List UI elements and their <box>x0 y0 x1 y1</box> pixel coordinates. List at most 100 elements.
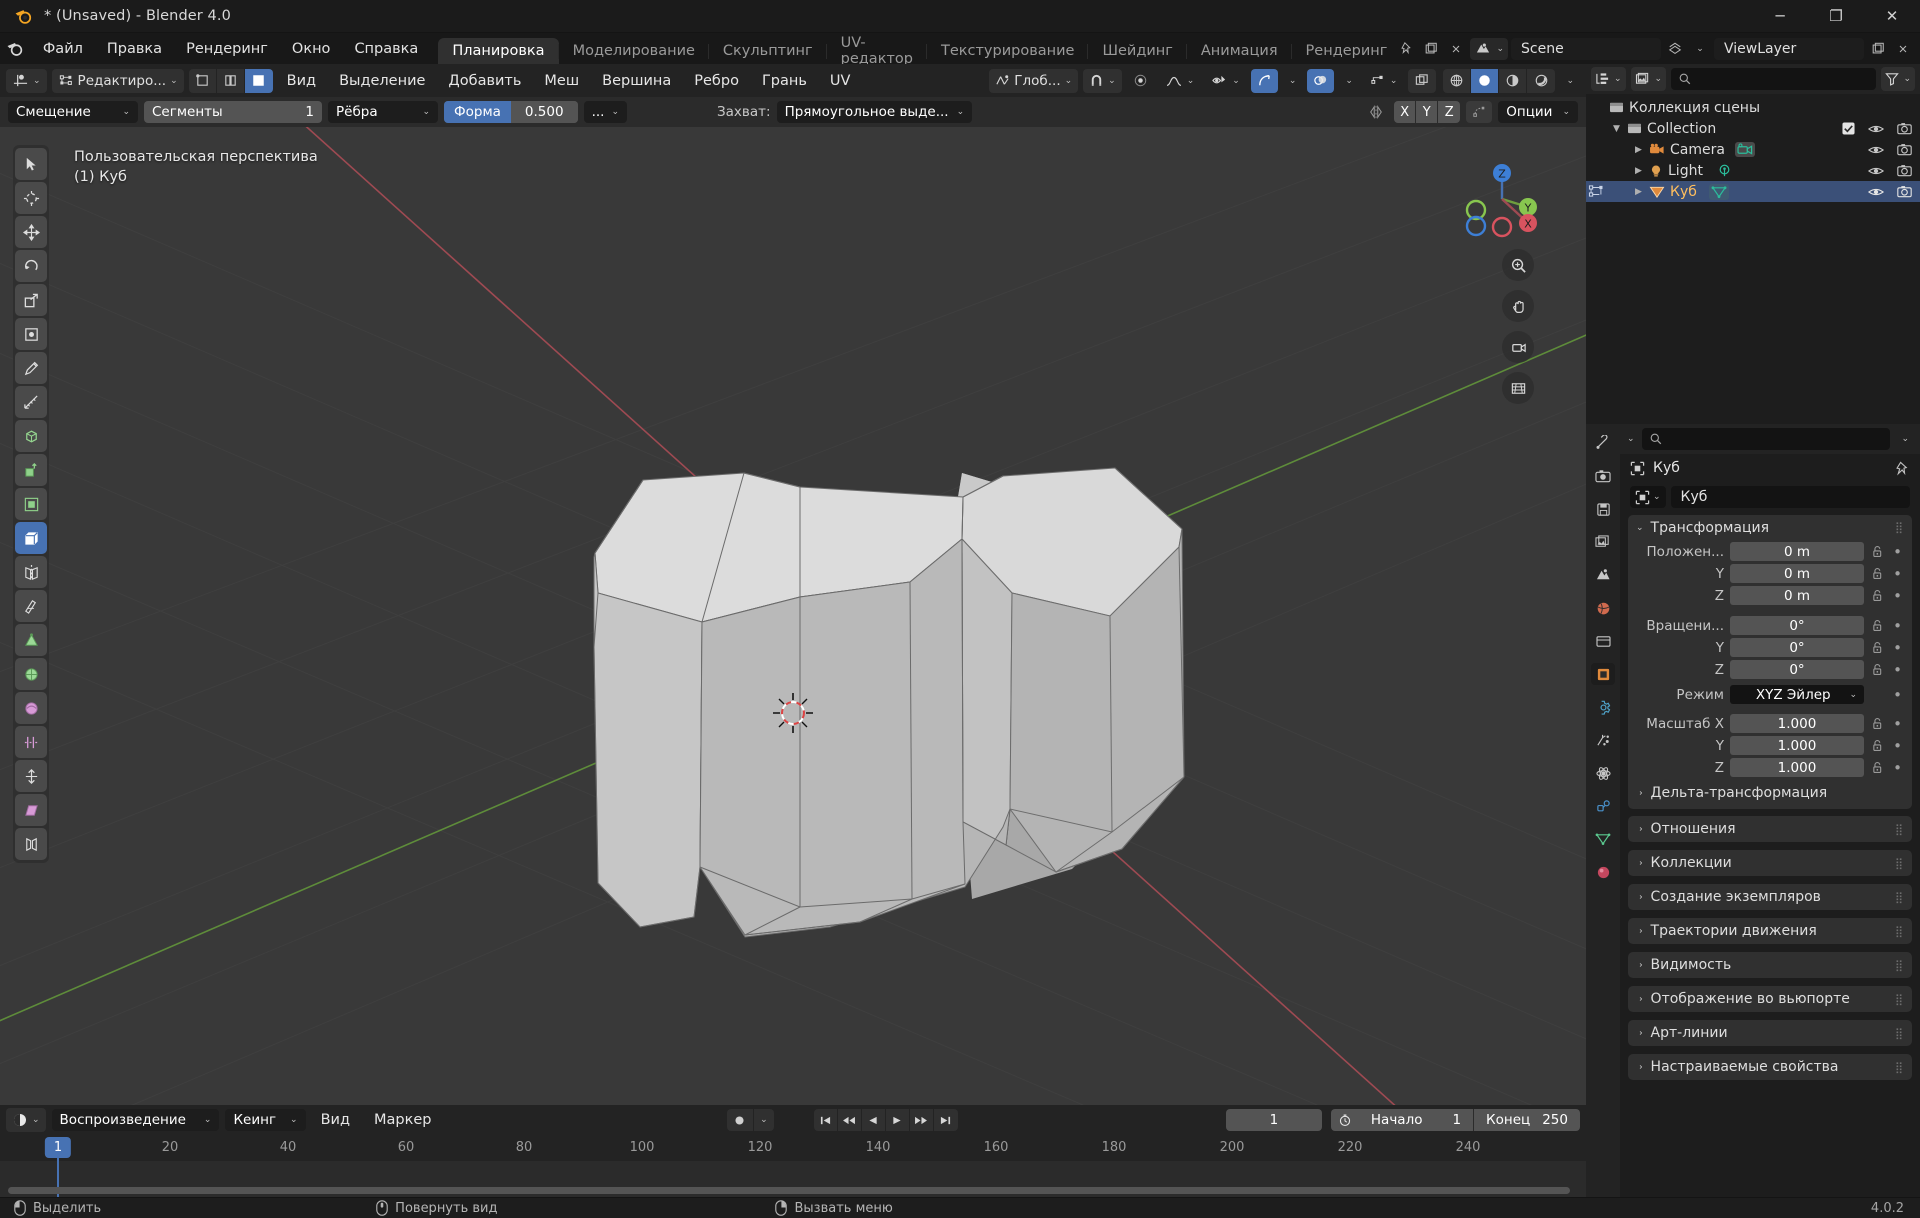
properties-tab-constraints[interactable] <box>1591 795 1615 817</box>
camera-data-icon[interactable] <box>1734 142 1755 157</box>
timeline-playhead[interactable]: 1 <box>44 1137 72 1158</box>
viewport-menu-add[interactable]: Добавить <box>439 69 530 93</box>
auto-keying-button[interactable] <box>726 1109 753 1131</box>
segments-field[interactable]: Сегменты 1 <box>144 101 322 123</box>
frame-start-field[interactable]: Начало 1 <box>1358 1109 1475 1131</box>
pan-icon[interactable] <box>1502 290 1534 322</box>
animate-property-icon[interactable]: • <box>1891 543 1904 561</box>
scale-y-field[interactable]: 1.000 <box>1730 736 1864 755</box>
chevron-down-icon[interactable]: ▼ <box>1610 124 1623 134</box>
more-options-button[interactable]: ... ⌄ <box>583 101 627 123</box>
drag-grip-icon[interactable]: ⣿ <box>1895 993 1904 1006</box>
timeline-body[interactable]: 20 40 60 80 100 120 140 160 180 200 220 … <box>0 1135 1586 1198</box>
auto-keying-options-button[interactable]: ⌄ <box>753 1109 774 1131</box>
lock-open-icon[interactable] <box>1870 589 1885 602</box>
camera-view-icon[interactable] <box>1502 331 1534 363</box>
hide-in-viewport-icon[interactable] <box>1868 165 1884 177</box>
delete-scene-icon[interactable] <box>1445 38 1467 60</box>
drag-grip-icon[interactable]: ⣿ <box>1895 521 1904 534</box>
timeline-horizontal-scrollbar[interactable] <box>8 1187 1570 1194</box>
solid-shading-icon[interactable] <box>1471 68 1500 93</box>
panel-collections[interactable]: ⌄ Коллекции ⣿ <box>1628 850 1912 876</box>
wireframe-shading-icon[interactable] <box>1443 68 1472 93</box>
drag-grip-icon[interactable]: ⣿ <box>1895 857 1904 870</box>
blender-app-icon[interactable] <box>0 33 31 64</box>
disable-in-renders-icon[interactable] <box>1897 164 1912 177</box>
proportional-edit-button[interactable] <box>1127 69 1154 93</box>
viewlayer-chevron-icon[interactable]: ⌄ <box>1689 38 1711 60</box>
tool-add-cube[interactable] <box>15 420 47 452</box>
tool-annotate[interactable] <box>15 352 47 384</box>
menu-render[interactable]: Рендеринг <box>174 33 280 64</box>
properties-tab-viewlayer[interactable] <box>1591 531 1615 553</box>
drag-grip-icon[interactable]: ⣿ <box>1895 1027 1904 1040</box>
shading-options-button[interactable]: ⌄ <box>1560 69 1580 93</box>
outliner-row-cube[interactable]: ▶ Куб <box>1586 181 1920 202</box>
tool-transform[interactable] <box>15 318 47 350</box>
new-scene-icon[interactable] <box>1420 38 1442 60</box>
tool-move[interactable] <box>15 216 47 248</box>
tool-shear[interactable] <box>15 794 47 826</box>
tool-inset-faces[interactable] <box>15 488 47 520</box>
workspace-tab-rendering[interactable]: Рендеринг <box>1290 38 1396 64</box>
toggle-perspective-icon[interactable] <box>1502 372 1534 404</box>
animate-property-icon[interactable]: • <box>1891 715 1904 733</box>
outliner-search-input[interactable] <box>1671 68 1877 90</box>
timeline-menu-playback[interactable]: Воспроизведение ⌄ <box>51 1109 220 1131</box>
disable-in-renders-icon[interactable] <box>1897 143 1912 156</box>
panel-relations[interactable]: ⌄ Отношения ⣿ <box>1628 816 1912 842</box>
disable-in-renders-icon[interactable] <box>1897 185 1912 198</box>
animate-property-icon[interactable]: • <box>1891 737 1904 755</box>
workspace-tab-modeling[interactable]: Моделирование <box>557 38 709 64</box>
rotation-x-field[interactable]: 0° <box>1730 616 1864 635</box>
tool-shrink-fatten[interactable] <box>15 760 47 792</box>
scale-z-field[interactable]: 1.000 <box>1730 758 1864 777</box>
transform-orientation-button[interactable]: Глоб... ⌄ <box>989 68 1079 93</box>
disable-in-renders-icon[interactable] <box>1897 122 1912 135</box>
animate-property-icon[interactable]: • <box>1891 661 1904 679</box>
properties-tab-physics[interactable] <box>1591 762 1615 784</box>
mirror-axis-y[interactable]: Y <box>1416 101 1439 123</box>
exclude-checkbox[interactable] <box>1842 122 1855 135</box>
workspace-tab-animation[interactable]: Анимация <box>1185 38 1292 64</box>
animate-property-icon[interactable]: • <box>1891 565 1904 583</box>
menu-file[interactable]: Файл <box>31 33 95 64</box>
navigation-gizmo[interactable]: Z Y X <box>1460 157 1544 241</box>
zoom-icon[interactable] <box>1502 249 1534 281</box>
tool-smooth[interactable] <box>15 692 47 724</box>
rotation-y-field[interactable]: 0° <box>1730 638 1864 657</box>
xray-toggle-button[interactable]: ⌄ <box>1364 69 1404 93</box>
lock-open-icon[interactable] <box>1870 545 1885 558</box>
rotation-mode-dropdown[interactable]: XYZ Эйлер ⌄ <box>1730 685 1864 704</box>
properties-tab-material[interactable] <box>1591 861 1615 883</box>
outliner-display-mode-button[interactable]: ⌄ <box>1630 67 1667 91</box>
tool-rotate[interactable] <box>15 250 47 282</box>
workspace-tab-texture-paint[interactable]: Текстурирование <box>925 38 1089 64</box>
lock-open-icon[interactable] <box>1870 761 1885 774</box>
panel-viewport-display[interactable]: ⌄ Отображение во вьюпорте ⣿ <box>1628 986 1912 1012</box>
delta-transform-subpanel-header[interactable]: ⌄ Дельта-трансформация <box>1628 779 1912 804</box>
options-dropdown[interactable]: Опции ⌄ <box>1498 101 1578 123</box>
viewport-menu-face[interactable]: Грань <box>753 69 816 93</box>
outliner-row-scene-collection[interactable]: Коллекция сцены <box>1586 97 1920 118</box>
use-preview-range-icon[interactable] <box>1330 1109 1359 1131</box>
close-button[interactable]: ✕ <box>1864 0 1920 33</box>
workspace-tab-uv-editing[interactable]: UV-редактор <box>825 35 927 64</box>
animate-property-icon[interactable]: • <box>1891 617 1904 635</box>
timeline-menu-view[interactable]: Вид <box>312 1108 359 1132</box>
outliner-row-camera[interactable]: ▶ Camera <box>1586 139 1920 160</box>
lock-open-icon[interactable] <box>1870 717 1885 730</box>
rendered-shading-icon[interactable] <box>1527 69 1555 93</box>
lock-open-icon[interactable] <box>1870 663 1885 676</box>
capture-dropdown[interactable]: Прямоугольное выде... ⌄ <box>776 101 973 123</box>
properties-tab-object[interactable] <box>1591 663 1615 685</box>
timeline-menu-marker[interactable]: Маркер <box>365 1108 440 1132</box>
properties-tab-collection[interactable] <box>1591 630 1615 652</box>
chevron-right-icon[interactable]: ▶ <box>1632 187 1645 197</box>
add-viewlayer-icon[interactable] <box>1867 38 1889 60</box>
show-gizmo-button[interactable] <box>1250 68 1278 93</box>
properties-tab-world[interactable] <box>1591 597 1615 619</box>
tool-tweak-select[interactable] <box>15 148 47 180</box>
frame-end-field[interactable]: Конец 250 <box>1474 1109 1580 1131</box>
animate-property-icon[interactable]: • <box>1891 587 1904 605</box>
